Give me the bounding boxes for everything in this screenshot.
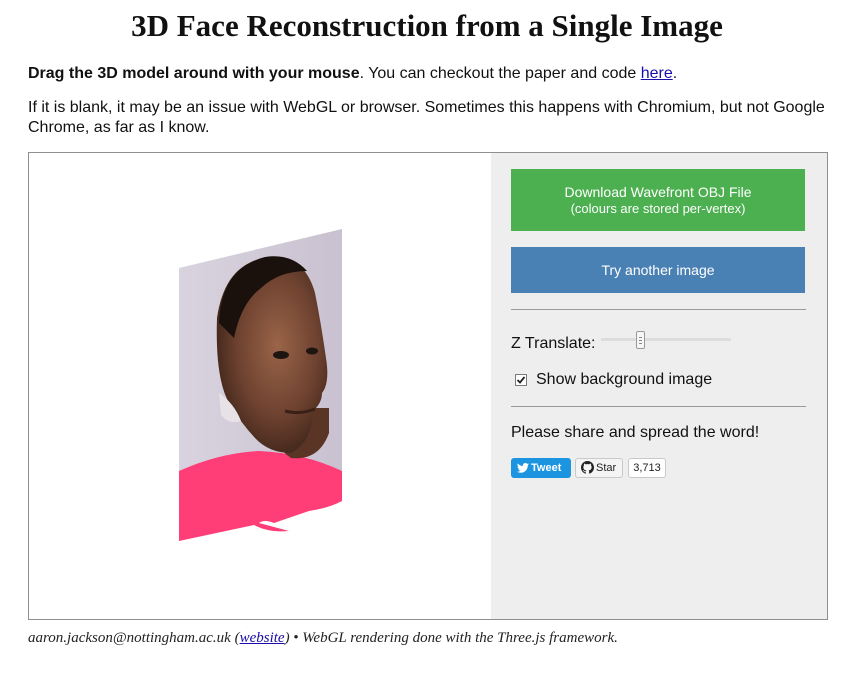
intro-period: . — [672, 65, 678, 82]
show-background-checkbox[interactable] — [515, 374, 527, 386]
divider — [511, 309, 806, 310]
control-panel: Download Wavefront OBJ File (colours are… — [491, 153, 827, 619]
download-label: Download Wavefront OBJ File — [564, 184, 752, 200]
github-star-button[interactable]: Star — [575, 458, 623, 478]
intro: Drag the 3D model around with your mouse… — [28, 64, 828, 138]
viewer-container: Download Wavefront OBJ File (colours are… — [28, 152, 828, 620]
tweet-label: Tweet — [531, 462, 562, 474]
website-link[interactable]: website — [240, 630, 285, 646]
show-background-label: Show background image — [536, 371, 713, 388]
z-translate-label: Z Translate: — [511, 335, 596, 352]
twitter-bird-icon — [517, 463, 529, 473]
shirt-shape — [179, 451, 342, 541]
face-model-icon — [179, 229, 342, 541]
footer-credit: ) • WebGL rendering done with the Three.… — [284, 630, 618, 646]
intro-text: . You can checkout the paper and code — [359, 65, 641, 82]
tweet-button[interactable]: Tweet — [511, 458, 571, 478]
paper-link[interactable]: here — [641, 65, 673, 82]
divider — [511, 406, 806, 407]
page-title: 3D Face Reconstruction from a Single Ima… — [131, 8, 723, 43]
author-email: aaron.jackson@nottingham.ac.uk — [28, 630, 231, 646]
intro-line: Drag the 3D model around with your mouse… — [28, 64, 828, 84]
try-another-image-button[interactable]: Try another image — [511, 247, 805, 293]
z-translate-slider[interactable] — [601, 338, 731, 341]
3d-canvas[interactable] — [29, 153, 491, 619]
eye-shape — [306, 347, 318, 355]
eye-shape — [273, 351, 289, 359]
download-sublabel: (colours are stored per-vertex) — [570, 201, 746, 216]
footer: aaron.jackson@nottingham.ac.uk (website)… — [28, 630, 618, 647]
checkmark-icon — [516, 376, 526, 384]
webgl-warning: If it is blank, it may be an issue with … — [28, 99, 825, 136]
download-obj-button[interactable]: Download Wavefront OBJ File (colours are… — [511, 169, 805, 231]
github-icon — [581, 461, 594, 474]
z-translate-slider-thumb[interactable] — [635, 331, 645, 349]
star-label: Star — [596, 462, 617, 474]
drag-instruction: Drag the 3D model around with your mouse — [28, 65, 360, 82]
footer-paren: ( — [230, 630, 240, 646]
share-text: Please share and spread the word! — [511, 424, 760, 441]
star-count[interactable]: 3,713 — [628, 458, 666, 478]
